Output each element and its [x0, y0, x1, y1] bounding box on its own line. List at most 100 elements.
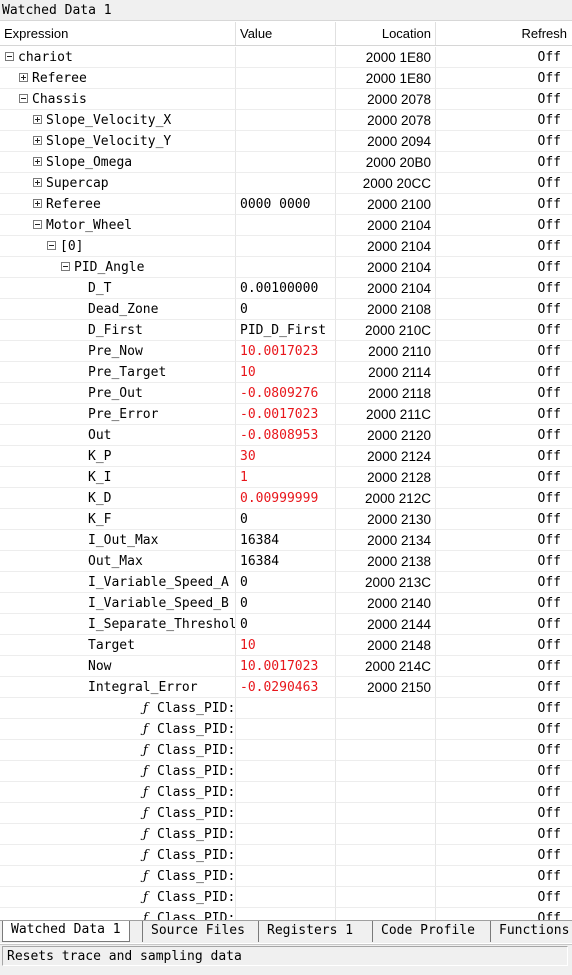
expression-cell[interactable]: I_Out_Max: [0, 530, 236, 551]
expression-cell[interactable]: ƒ Class_PID::Init(class: [0, 698, 236, 719]
value-cell[interactable]: 10: [236, 635, 336, 656]
expression-cell[interactable]: D_T: [0, 278, 236, 299]
expression-cell[interactable]: Slope_Velocity_X: [0, 110, 236, 131]
refresh-cell[interactable]: Off: [436, 446, 572, 467]
value-cell[interactable]: [236, 47, 336, 68]
expand-icon[interactable]: [33, 136, 42, 145]
value-cell[interactable]: [236, 719, 336, 740]
value-cell[interactable]: -0.0809276: [236, 383, 336, 404]
table-row[interactable]: ƒ Class_PID::Init(class Off: [0, 698, 572, 719]
value-cell[interactable]: -0.0290463: [236, 677, 336, 698]
value-cell[interactable]: 1: [236, 467, 336, 488]
expression-cell[interactable]: ƒ Class_PID::Set_K_D: [0, 803, 236, 824]
refresh-cell[interactable]: Off: [436, 425, 572, 446]
refresh-cell[interactable]: Off: [436, 152, 572, 173]
table-row[interactable]: ƒ Class_PID::Set_K_D Off: [0, 803, 572, 824]
refresh-cell[interactable]: Off: [436, 257, 572, 278]
table-row[interactable]: I_Variable_Speed_A 0 2000 213C Off: [0, 572, 572, 593]
refresh-cell[interactable]: Off: [436, 509, 572, 530]
table-row[interactable]: ƒ Class_PID::Set_K_F Off: [0, 824, 572, 845]
value-cell[interactable]: [236, 887, 336, 908]
table-row[interactable]: Chassis 2000 2078 Off: [0, 89, 572, 110]
table-row[interactable]: Pre_Target 10 2000 2114 Off: [0, 362, 572, 383]
table-row[interactable]: Pre_Now 10.0017023 2000 2110 Off: [0, 341, 572, 362]
refresh-cell[interactable]: Off: [436, 488, 572, 509]
expression-cell[interactable]: Motor_Wheel: [0, 215, 236, 236]
value-cell[interactable]: -0.0808953: [236, 425, 336, 446]
tab-code-profile[interactable]: Code Profile: [372, 921, 483, 942]
refresh-cell[interactable]: Off: [436, 278, 572, 299]
refresh-cell[interactable]: Off: [436, 215, 572, 236]
expression-cell[interactable]: ƒ Class_PID::Get_Integral_Error: [0, 719, 236, 740]
watch-grid[interactable]: chariot 2000 1E80 Off Referee 2000 1E80 Off Ch…: [0, 47, 572, 920]
value-cell[interactable]: 10: [236, 362, 336, 383]
value-cell[interactable]: [236, 110, 336, 131]
expression-cell[interactable]: ƒ Class_PID::Set_Out_Max: [0, 866, 236, 887]
value-cell[interactable]: 0000 0000: [236, 194, 336, 215]
table-row[interactable]: ƒ Class_PID::Set_I_Variable_Speed_A Off: [0, 887, 572, 908]
expression-cell[interactable]: Slope_Velocity_Y: [0, 131, 236, 152]
value-cell[interactable]: [236, 761, 336, 782]
table-row[interactable]: ƒ Class_PID::Set_I_Variable_Speed_B Off: [0, 908, 572, 920]
column-header-value[interactable]: Value: [236, 22, 336, 45]
value-cell[interactable]: [236, 845, 336, 866]
refresh-cell[interactable]: Off: [436, 47, 572, 68]
collapse-icon[interactable]: [5, 52, 14, 61]
collapse-icon[interactable]: [47, 241, 56, 250]
value-cell[interactable]: 0.00999999: [236, 488, 336, 509]
refresh-cell[interactable]: Off: [436, 761, 572, 782]
table-row[interactable]: PID_Angle 2000 2104 Off: [0, 257, 572, 278]
refresh-cell[interactable]: Off: [436, 110, 572, 131]
expression-cell[interactable]: ƒ Class_PID::Set_K_F: [0, 824, 236, 845]
expression-cell[interactable]: ƒ Class_PID::Set_I_Variable_Speed_A: [0, 887, 236, 908]
value-cell[interactable]: [236, 824, 336, 845]
value-cell[interactable]: 10.0017023: [236, 656, 336, 677]
refresh-cell[interactable]: Off: [436, 299, 572, 320]
value-cell[interactable]: [236, 803, 336, 824]
table-row[interactable]: ƒ Class_PID::Get_Out Off: [0, 740, 572, 761]
expression-cell[interactable]: Pre_Target: [0, 362, 236, 383]
column-header-expression[interactable]: Expression: [0, 22, 236, 45]
expression-cell[interactable]: Pre_Error: [0, 404, 236, 425]
table-row[interactable]: ƒ Class_PID::Get_Integral_Error Off: [0, 719, 572, 740]
expression-cell[interactable]: ƒ Class_PID::Set_I_Variable_Speed_B: [0, 908, 236, 920]
refresh-cell[interactable]: Off: [436, 908, 572, 920]
expand-icon[interactable]: [19, 73, 28, 82]
expression-cell[interactable]: Target: [0, 635, 236, 656]
tab-registers-1[interactable]: Registers 1: [258, 921, 361, 942]
value-cell[interactable]: [236, 698, 336, 719]
expression-cell[interactable]: Chassis: [0, 89, 236, 110]
expression-cell[interactable]: Dead_Zone: [0, 299, 236, 320]
collapse-icon[interactable]: [61, 262, 70, 271]
expression-cell[interactable]: ƒ Class_PID::Set_I_Out_Max: [0, 845, 236, 866]
tab-watched-data-1[interactable]: Watched Data 1: [2, 921, 130, 942]
value-cell[interactable]: [236, 152, 336, 173]
value-cell[interactable]: [236, 782, 336, 803]
tab-functions[interactable]: Functions: [490, 921, 572, 942]
expression-cell[interactable]: Referee: [0, 68, 236, 89]
expand-icon[interactable]: [33, 157, 42, 166]
value-cell[interactable]: 0.00100000: [236, 278, 336, 299]
refresh-cell[interactable]: Off: [436, 845, 572, 866]
value-cell[interactable]: 30: [236, 446, 336, 467]
table-row[interactable]: Slope_Velocity_Y 2000 2094 Off: [0, 131, 572, 152]
refresh-cell[interactable]: Off: [436, 173, 572, 194]
refresh-cell[interactable]: Off: [436, 677, 572, 698]
refresh-cell[interactable]: Off: [436, 68, 572, 89]
table-row[interactable]: K_D 0.00999999 2000 212C Off: [0, 488, 572, 509]
table-row[interactable]: Referee 2000 1E80 Off: [0, 68, 572, 89]
refresh-cell[interactable]: Off: [436, 467, 572, 488]
value-cell[interactable]: [236, 173, 336, 194]
table-row[interactable]: Integral_Error -0.0290463 2000 2150 Off: [0, 677, 572, 698]
refresh-cell[interactable]: Off: [436, 572, 572, 593]
refresh-cell[interactable]: Off: [436, 866, 572, 887]
refresh-cell[interactable]: Off: [436, 362, 572, 383]
value-cell[interactable]: -0.0017023: [236, 404, 336, 425]
expression-cell[interactable]: ƒ Class_PID::Get_Out: [0, 740, 236, 761]
expression-cell[interactable]: Slope_Omega: [0, 152, 236, 173]
table-row[interactable]: chariot 2000 1E80 Off: [0, 47, 572, 68]
expression-cell[interactable]: I_Separate_Threshold: [0, 614, 236, 635]
value-cell[interactable]: 0: [236, 593, 336, 614]
table-row[interactable]: Out -0.0808953 2000 2120 Off: [0, 425, 572, 446]
table-row[interactable]: Now 10.0017023 2000 214C Off: [0, 656, 572, 677]
